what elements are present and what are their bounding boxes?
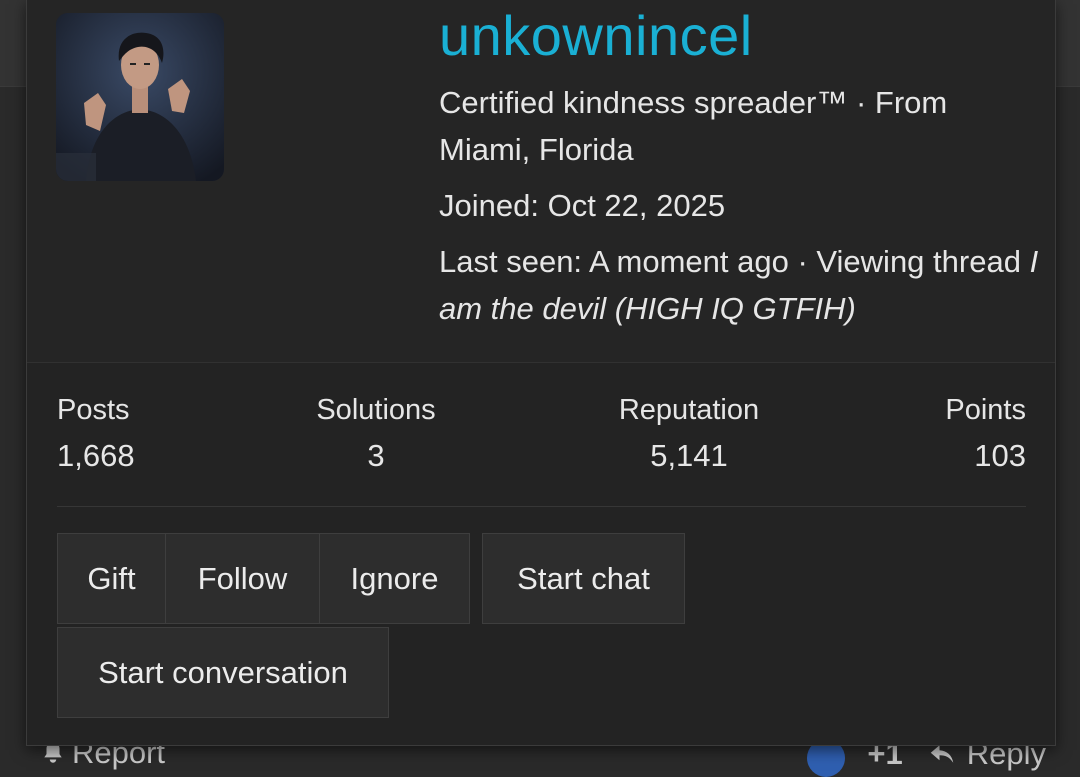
stat-label: Reputation	[618, 394, 760, 426]
last-seen-label: Last seen:	[439, 244, 583, 279]
member-stats: Posts 1,668 Solutions 3 Reputation 5,141…	[57, 388, 1026, 507]
username-link[interactable]: unkownincel	[439, 0, 1039, 68]
stat-posts[interactable]: Posts 1,668	[57, 388, 135, 478]
stat-reputation[interactable]: Reputation 5,141	[613, 388, 765, 478]
stat-value: 3	[367, 438, 385, 473]
stat-label: Solutions	[316, 394, 436, 426]
ignore-button[interactable]: Ignore	[319, 533, 470, 624]
last-seen-line: Last seen: A moment ago · Viewing thread…	[439, 238, 1039, 332]
activity-prefix: · Viewing thread	[797, 244, 1021, 279]
follow-button[interactable]: Follow	[165, 533, 320, 624]
location-prefix: · From	[855, 85, 948, 120]
joined-label: Joined:	[439, 188, 539, 223]
start-conversation-button[interactable]: Start conversation	[57, 627, 389, 718]
user-info: unkownincel Certified kindness spreader™…	[439, 0, 1039, 332]
member-actions: Gift Follow Ignore Start chat Start conv…	[57, 533, 757, 723]
user-title: Certified kindness spreader™	[439, 85, 848, 120]
stat-label: Posts	[57, 394, 130, 426]
member-card-header: unkownincel Certified kindness spreader™…	[27, 0, 1055, 363]
joined-line: Joined: Oct 22, 2025	[439, 182, 1039, 229]
location-link[interactable]: Miami, Florida	[439, 132, 634, 167]
avatar[interactable]	[56, 13, 224, 181]
stat-solutions[interactable]: Solutions 3	[310, 388, 442, 478]
user-blurb: Certified kindness spreader™ · From Miam…	[439, 79, 1039, 173]
stat-value: 103	[974, 438, 1026, 473]
stat-value: 5,141	[650, 438, 728, 473]
stat-points[interactable]: Points 103	[945, 388, 1026, 478]
avatar-image	[56, 13, 224, 181]
stat-label: Points	[945, 394, 1026, 426]
joined-date: Oct 22, 2025	[547, 188, 726, 223]
last-seen-value: A moment ago	[588, 244, 789, 279]
gift-button[interactable]: Gift	[57, 533, 166, 624]
page: Report +1 Reply unkownincel Certified ki…	[0, 0, 1080, 777]
member-tooltip-card: unkownincel Certified kindness spreader™…	[26, 0, 1056, 746]
start-chat-button[interactable]: Start chat	[482, 533, 685, 624]
stat-value: 1,668	[57, 438, 135, 473]
